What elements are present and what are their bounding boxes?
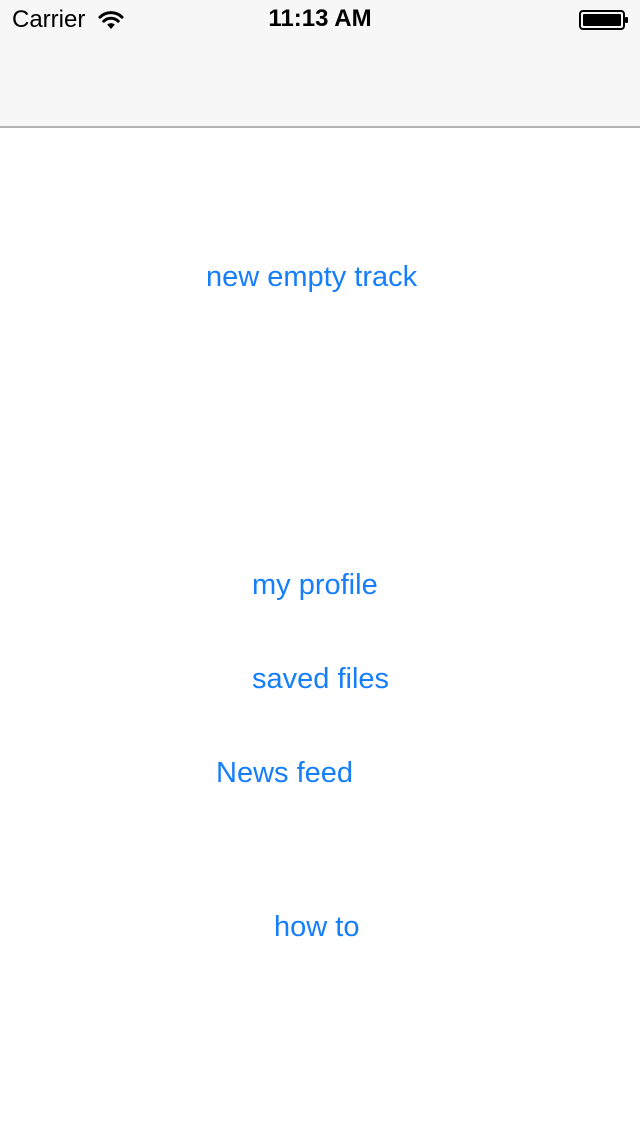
- battery-icon: [579, 10, 628, 30]
- navigation-bar: Carrier 11:13 AM: [0, 0, 640, 128]
- my-profile-button[interactable]: my profile: [252, 568, 378, 602]
- new-empty-track-button[interactable]: new empty track: [206, 260, 417, 294]
- app-screen: Carrier 11:13 AM new empty track my prof…: [0, 0, 640, 1136]
- saved-files-button[interactable]: saved files: [252, 662, 389, 696]
- how-to-button[interactable]: how to: [274, 910, 359, 944]
- status-time: 11:13 AM: [268, 5, 372, 32]
- news-feed-button[interactable]: News feed: [216, 756, 353, 790]
- status-bar: Carrier 11:13 AM: [0, 0, 640, 40]
